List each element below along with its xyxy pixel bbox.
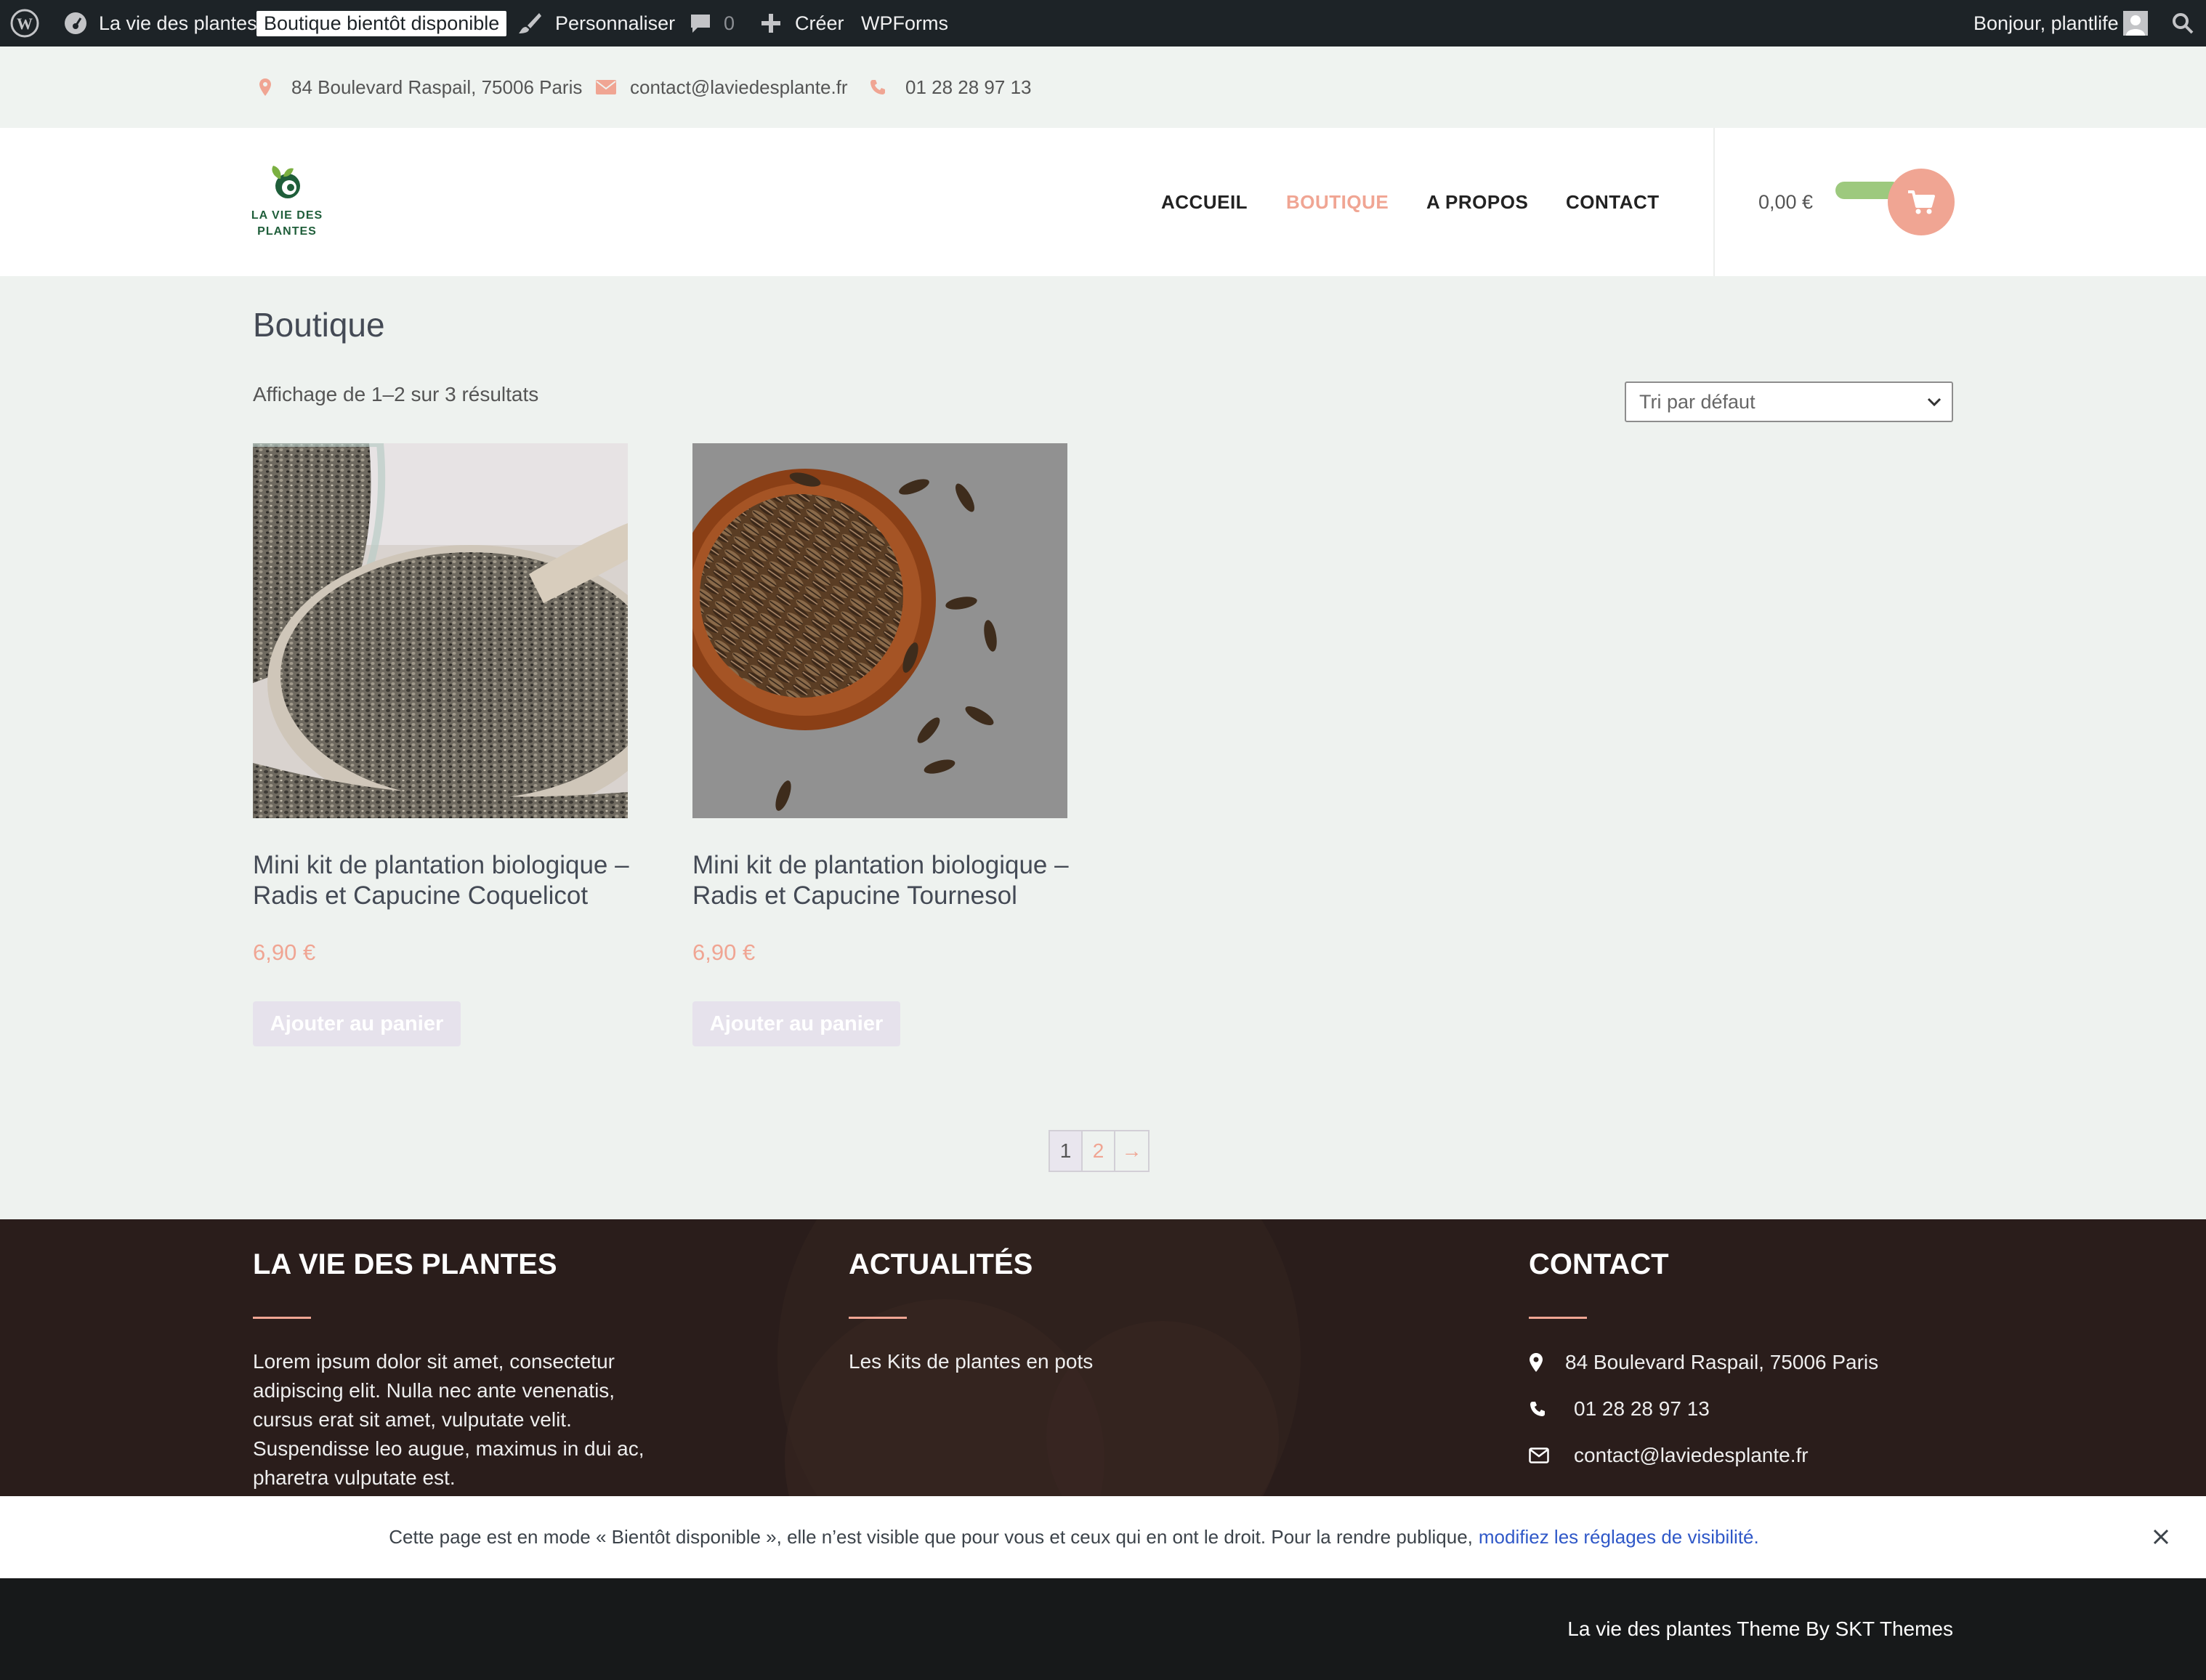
footer-about-title: LA VIE DES PLANTES xyxy=(253,1248,557,1280)
add-to-cart-button[interactable]: Ajouter au panier xyxy=(253,1001,461,1046)
top-info-bar: 84 Boulevard Raspail, 75006 Paris contac… xyxy=(0,47,2206,128)
product-title[interactable]: Mini kit de plantation biologique – Radi… xyxy=(253,850,645,911)
cart-circle xyxy=(1888,169,1955,235)
nav-a-propos[interactable]: A PROPOS xyxy=(1426,128,1528,276)
map-pin-icon xyxy=(259,47,272,128)
site-logo[interactable]: LA VIE DES PLANTES xyxy=(247,157,327,244)
svg-text:W: W xyxy=(17,15,33,33)
footer-title-underline xyxy=(253,1317,311,1319)
wordpress-icon[interactable]: W xyxy=(10,0,39,47)
comments-count[interactable]: 0 xyxy=(724,0,735,47)
logo-text-line2: PLANTES xyxy=(257,225,317,238)
footer-address: 84 Boulevard Raspail, 75006 Paris xyxy=(1565,1351,1879,1373)
page-2-link[interactable]: 2 xyxy=(1083,1131,1115,1171)
footer-phone: 01 28 28 97 13 xyxy=(1574,1397,1710,1420)
greeting-link[interactable]: Bonjour, plantlife xyxy=(1973,0,2119,47)
footer-email-row: contact@laviedesplante.fr xyxy=(1529,1440,1809,1471)
add-to-cart-button[interactable]: Ajouter au panier xyxy=(692,1001,900,1046)
create-link[interactable]: Créer xyxy=(795,0,844,47)
site-header: LA VIE DES PLANTES ACCUEIL BOUTIQUE A PR… xyxy=(0,128,2206,276)
close-icon[interactable] xyxy=(2148,1524,2174,1550)
coming-soon-badge[interactable]: Boutique bientôt disponible xyxy=(256,10,507,36)
footer-about-text: Lorem ipsum dolor sit amet, consectetur … xyxy=(253,1350,645,1489)
comments-icon[interactable] xyxy=(689,0,712,47)
product-image-chia-seeds[interactable] xyxy=(253,443,628,818)
brush-icon xyxy=(517,0,542,47)
chevron-down-icon xyxy=(1927,397,1942,407)
notice-message: Cette page est en mode « Bientôt disponi… xyxy=(389,1526,1473,1548)
envelope-icon xyxy=(1529,1447,1549,1463)
footer-title-underline xyxy=(849,1317,907,1319)
topbar-email[interactable]: contact@laviedesplante.fr xyxy=(630,47,848,128)
product-card: Mini kit de plantation biologique – Radi… xyxy=(692,443,1069,1046)
site-footer: LA VIE DES PLANTES Lorem ipsum dolor sit… xyxy=(0,1219,2206,1496)
copyright-bar: La vie des plantes Theme By SKT Themes xyxy=(0,1578,2206,1680)
sort-select[interactable]: Tri par défaut xyxy=(1625,381,1953,422)
footer-phone-row: 01 28 28 97 13 xyxy=(1529,1394,1710,1424)
cart-button[interactable] xyxy=(1835,169,1955,238)
product-title[interactable]: Mini kit de plantation biologique – Radi… xyxy=(692,850,1085,911)
product-image-sunflower-seeds[interactable] xyxy=(692,443,1067,818)
topbar-phone: 01 28 28 97 13 xyxy=(905,76,1032,98)
footer-news-link[interactable]: Les Kits de plantes en pots xyxy=(849,1347,1093,1376)
sprout-icon xyxy=(272,166,300,198)
result-count: Affichage de 1–2 sur 3 résultats xyxy=(253,383,539,405)
dashboard-icon[interactable] xyxy=(62,0,89,47)
customize-link[interactable]: Personnaliser xyxy=(555,0,675,47)
search-icon[interactable] xyxy=(2171,0,2194,47)
envelope-icon xyxy=(596,47,616,128)
visibility-settings-link[interactable]: modifiez les réglages de visibilité. xyxy=(1479,1526,1759,1548)
cart-icon xyxy=(1908,190,1935,214)
next-page-arrow[interactable]: → xyxy=(1115,1131,1148,1171)
footer-contact-title: CONTACT xyxy=(1529,1248,1669,1280)
phone-icon xyxy=(1530,1402,1545,1416)
coming-soon-notice: Cette page est en mode « Bientôt disponi… xyxy=(0,1496,2206,1578)
coming-soon-badge-wrap[interactable]: Boutique bientôt disponible xyxy=(256,0,507,47)
nav-accueil[interactable]: ACCUEIL xyxy=(1161,128,1248,276)
logo-text-line1: LA VIE DES xyxy=(251,209,323,222)
cart-total[interactable]: 0,00 € xyxy=(1758,128,1813,276)
wpforms-link[interactable]: WPForms xyxy=(861,0,948,47)
phone-icon xyxy=(869,47,886,128)
footer-address-row: 84 Boulevard Raspail, 75006 Paris xyxy=(1529,1347,1878,1378)
plus-icon[interactable] xyxy=(760,0,782,47)
product-card: Mini kit de plantation biologique – Radi… xyxy=(253,443,629,1046)
header-divider xyxy=(1713,128,1715,276)
nav-contact[interactable]: CONTACT xyxy=(1566,128,1660,276)
site-name-link[interactable]: La vie des plantes xyxy=(99,0,257,47)
page-1-current: 1 xyxy=(1050,1131,1083,1171)
pagination: 1 2 → xyxy=(1049,1130,1150,1172)
footer-news-title: ACTUALITÉS xyxy=(849,1248,1033,1280)
nav-boutique[interactable]: BOUTIQUE xyxy=(1286,128,1389,276)
product-price: 6,90 € xyxy=(692,940,756,965)
theme-credit[interactable]: La vie des plantes Theme By SKT Themes xyxy=(1567,1578,1953,1680)
admin-bar: W La vie des plantes Boutique bientôt di… xyxy=(0,0,2206,47)
footer-title-underline xyxy=(1529,1317,1587,1319)
page-title: Boutique xyxy=(253,306,385,344)
footer-email[interactable]: contact@laviedesplante.fr xyxy=(1574,1444,1809,1467)
product-price: 6,90 € xyxy=(253,940,316,965)
sort-select-value: Tri par défaut xyxy=(1639,390,1755,413)
avatar[interactable] xyxy=(2123,0,2148,47)
topbar-address: 84 Boulevard Raspail, 75006 Paris xyxy=(291,76,583,98)
map-pin-icon xyxy=(1530,1353,1543,1372)
